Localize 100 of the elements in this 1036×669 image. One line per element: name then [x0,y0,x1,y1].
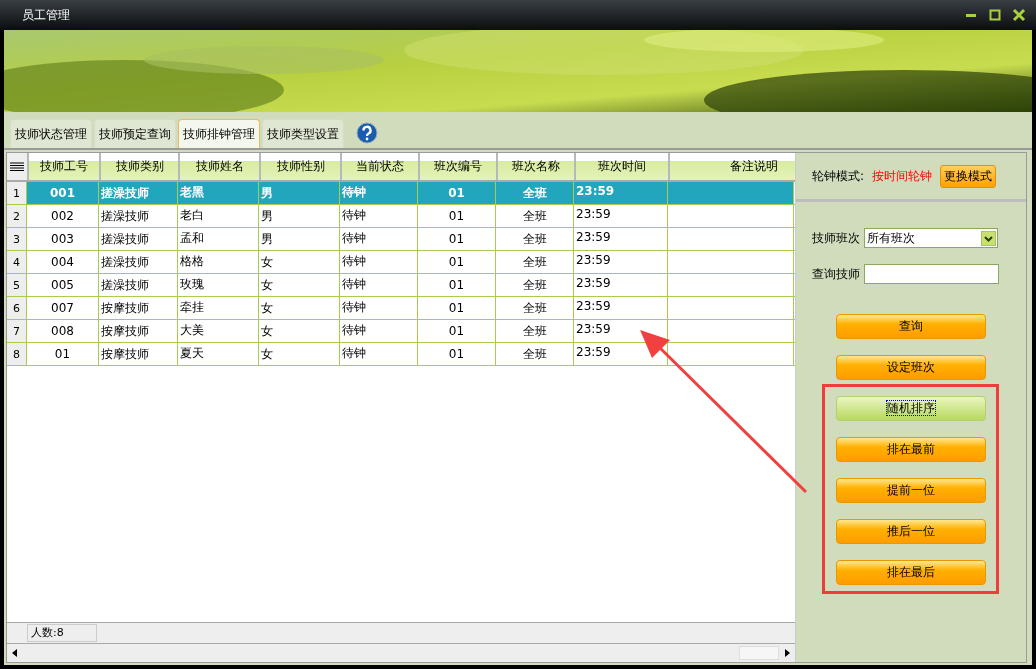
shift-dropdown[interactable]: 所有班次 [864,228,998,248]
change-mode-button[interactable]: 更换模式 [940,164,997,188]
table-cell: 全班 [496,251,574,273]
table-cell: 23:59 [574,228,668,250]
close-icon[interactable] [1012,8,1026,22]
column-header[interactable]: 技师姓名 [178,153,259,180]
table-cell: 格格 [178,251,259,273]
table-cell: 搓澡技师 [99,251,178,273]
table-cell: 搓澡技师 [99,205,178,227]
table-cell: 全班 [496,320,574,342]
action-button[interactable]: 设定班次 [836,355,986,380]
tab[interactable]: 技师预定查询 [94,119,176,148]
row-count: 人数:8 [27,624,97,642]
table-cell: 老黑 [178,182,259,204]
table-cell: 待钟 [340,182,418,204]
table-cell: 夏天 [178,343,259,365]
table-cell: 待钟 [340,274,418,296]
table-cell: 全班 [496,182,574,204]
table-cell: 全班 [496,205,574,227]
table-cell: 女 [259,274,340,296]
row-number: 6 [7,297,27,319]
table-cell: 007 [27,297,99,319]
table-cell: 23:59 [574,297,668,319]
row-number: 4 [7,251,27,273]
table-cell: 全班 [496,228,574,250]
table-cell: 女 [259,320,340,342]
table-cell: 全班 [496,297,574,319]
table-cell: 01 [418,297,496,319]
table-cell: 玫瑰 [178,274,259,296]
table-cell: 待钟 [340,205,418,227]
table-cell: 001 [27,182,99,204]
table-cell: 搓澡技师 [99,182,178,204]
table-cell: 008 [27,320,99,342]
table-cell: 全班 [496,274,574,296]
table-cell: 大美 [178,320,259,342]
action-button[interactable]: 提前一位 [836,478,986,503]
input-field[interactable] [864,264,999,284]
table-cell: 005 [27,274,99,296]
table-cell: 女 [259,343,340,365]
horizontal-scrollbar[interactable] [7,643,795,662]
table-cell: 23:59 [574,182,668,204]
table-cell: 待钟 [340,343,418,365]
table-cell: 按摩技师 [99,297,178,319]
maximize-icon[interactable] [988,8,1002,22]
action-button[interactable]: 推后一位 [836,519,986,544]
table-cell: 23:59 [574,251,668,273]
table-cell: 牵挂 [178,297,259,319]
field-label: 技师班次 [812,229,860,247]
table-cell: 23:59 [574,274,668,296]
table-cell: 01 [418,274,496,296]
action-button[interactable]: 查询 [836,314,986,339]
table-cell: 老白 [178,205,259,227]
column-header[interactable]: 技师性别 [259,153,340,180]
column-header[interactable]: 技师类别 [99,153,178,180]
table-cell: 按摩技师 [99,343,178,365]
tab[interactable]: 技师类型设置 [262,119,344,148]
table-cell: 待钟 [340,320,418,342]
scroll-left-icon[interactable] [12,649,18,657]
row-number: 7 [7,320,27,342]
row-number: 2 [7,205,27,227]
table-cell: 23:59 [574,205,668,227]
table-cell: 待钟 [340,228,418,250]
help-icon[interactable] [356,122,378,144]
table-cell: 01 [27,343,99,365]
action-button[interactable]: 排在最后 [836,560,986,585]
column-header[interactable]: 技师工号 [27,153,99,180]
table-cell: 003 [27,228,99,250]
list-icon[interactable] [10,161,24,172]
scroll-right-icon[interactable] [784,649,790,657]
table-cell: 01 [418,228,496,250]
column-header[interactable]: 班次时间 [574,153,668,180]
table-cell: 01 [418,182,496,204]
table-cell: 01 [418,343,496,365]
table-cell: 搓澡技师 [99,228,178,250]
window-title: 员工管理 [22,6,71,24]
row-number: 8 [7,343,27,365]
table-cell: 待钟 [340,297,418,319]
table-cell: 按摩技师 [99,320,178,342]
action-button[interactable]: 排在最前 [836,437,986,462]
tab[interactable]: 技师状态管理 [10,119,92,148]
table-cell: 女 [259,251,340,273]
row-number: 5 [7,274,27,296]
table-cell: 002 [27,205,99,227]
action-button[interactable]: 随机排序 [836,396,986,421]
mode-value: 按时间轮钟 [872,167,933,185]
mode-label: 轮钟模式: [812,167,865,185]
table-cell: 男 [259,205,340,227]
column-header[interactable]: 班次名称 [496,153,574,180]
row-number: 1 [7,182,27,204]
column-header[interactable]: 班次编号 [418,153,496,180]
tab[interactable]: 技师排钟管理 [178,119,260,148]
field-label: 查询技师 [812,265,860,283]
table-cell: 01 [418,320,496,342]
table-cell: 004 [27,251,99,273]
scrollbar-thumb[interactable] [739,646,779,660]
dropdown-arrow-icon[interactable] [981,230,996,246]
table-cell: 孟和 [178,228,259,250]
table-cell: 男 [259,228,340,250]
column-header[interactable]: 当前状态 [340,153,418,180]
table-cell: 01 [418,205,496,227]
